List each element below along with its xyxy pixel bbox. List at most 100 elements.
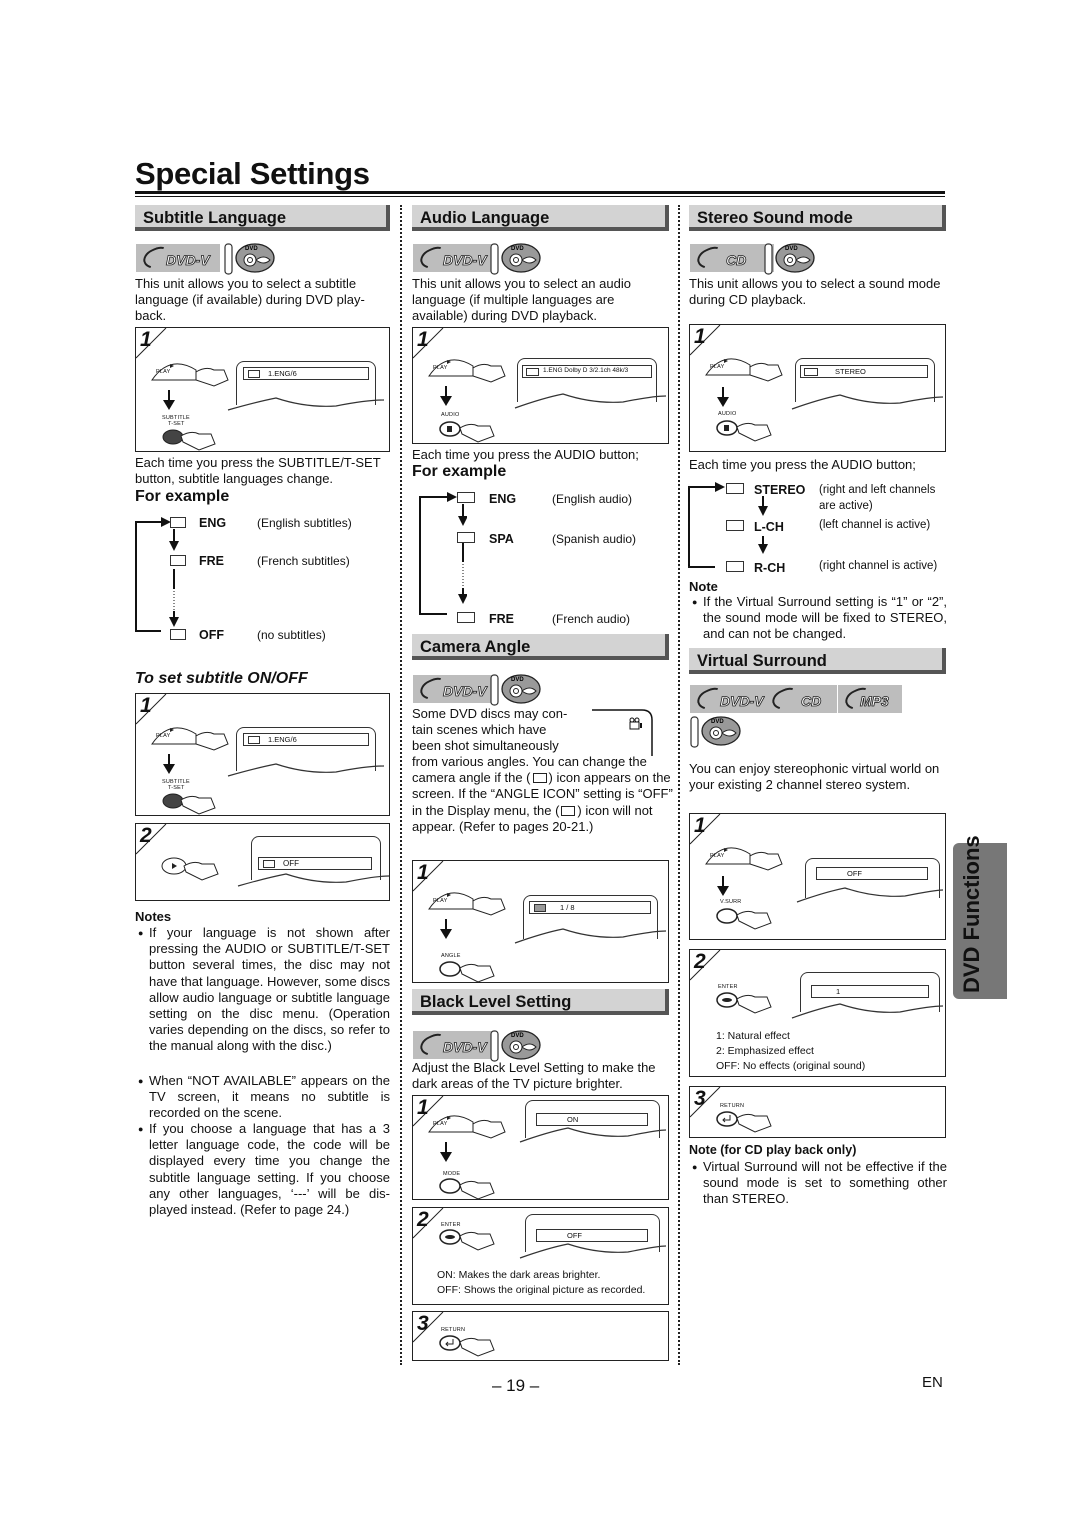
osd-display: OFF [258, 857, 372, 870]
play-button[interactable] [160, 856, 226, 886]
subtitle-step-1: 1 PLAY SUBTITLE T-SET 1.ENG/6 [135, 327, 390, 452]
language-code: EN [922, 1374, 943, 1391]
svg-text:DVD: DVD [511, 677, 524, 683]
camera-angle-intro: Some DVD discs may con- tain scenes whic… [412, 706, 568, 754]
black-level-intro: Adjust the Black Level Setting to make t… [412, 1060, 656, 1092]
osd-display: 1.ENG Dolby D 3/2.1ch 48k/3 [522, 365, 652, 378]
virtual-surround-step-1: 1 PLAY V.SURR OFF [689, 813, 946, 940]
audio-icon [726, 483, 744, 494]
remote-control-icon: DVD [490, 674, 541, 706]
svg-text:DVD: DVD [511, 1033, 524, 1039]
arrow-down-icon [440, 919, 452, 939]
v-surr-button[interactable] [715, 905, 779, 931]
note-item: If you choose a language that has a 3 le… [138, 1121, 390, 1218]
osd-display: STEREO [800, 365, 928, 378]
svg-text:DVD: DVD [711, 719, 724, 725]
subtitle-icon [170, 517, 186, 528]
enter-button[interactable] [438, 1227, 502, 1251]
svg-text:DVD: DVD [511, 246, 524, 252]
arrow-down-icon [163, 754, 175, 774]
section-heading-virtual-surround: Virtual Surround [689, 648, 946, 674]
side-tab-dvd-functions: DVD Functions [953, 835, 1007, 999]
dvd-v-badge: DVD-V [413, 243, 497, 273]
return-button[interactable] [438, 1332, 502, 1358]
arrow-down-icon [440, 1142, 452, 1162]
title-rule [135, 191, 945, 194]
subtitle-intro: This unit allows you to select a subtitl… [135, 276, 365, 324]
arrow-down-icon [717, 387, 729, 407]
stereo-intro: This unit allows you to select a sound m… [689, 276, 941, 308]
dvd-v-badge: DVD-V [690, 684, 774, 714]
audio-step-1: 1 PLAY AUDIO 1.ENG Dolby D 3/2.1ch 48k/3 [412, 327, 669, 444]
audio-icon [457, 492, 475, 503]
mp3-badge: MP3 [838, 684, 902, 714]
arrow-down-icon [163, 390, 175, 410]
column-divider [400, 205, 402, 1365]
black-level-step-1: 1 PLAY MODE ON [412, 1095, 669, 1200]
subtitle-icon [248, 370, 260, 378]
subtitle-button[interactable] [161, 426, 221, 452]
osd-display: 1 / 8 [529, 901, 651, 914]
section-heading-audio-language: Audio Language [412, 205, 669, 231]
remote-control-icon: DVD [764, 243, 815, 275]
osd-display: OFF [816, 867, 928, 880]
remote-control-icon: DVD [690, 716, 741, 748]
svg-text:DVD: DVD [785, 246, 798, 252]
virtual-surround-step-2: 2 ENTER 1 1: Natural effect 2: Emphasize… [689, 949, 946, 1077]
title-rule-thin [135, 196, 945, 197]
audio-button[interactable] [715, 418, 779, 442]
enter-button[interactable] [715, 989, 779, 1015]
for-example-heading: For example [135, 488, 230, 505]
virtual-surround-step-3: 3 RETURN [689, 1086, 946, 1138]
stereo-each-time: Each time you press the AUDIO button; [689, 457, 916, 472]
cd-badge: CD [765, 684, 837, 714]
dvd-v-badge: DVD-V [136, 243, 220, 273]
notes-heading: Notes [135, 909, 172, 924]
section-heading-black-level: Black Level Setting [412, 989, 669, 1015]
arrow-down-icon [440, 386, 452, 406]
return-button[interactable] [715, 1108, 779, 1134]
svg-text:DVD: DVD [245, 246, 258, 252]
camera-angle-body: from various angles. You can change the … [412, 754, 673, 834]
note-item: Virtual Surround will not be effective i… [692, 1159, 947, 1208]
remote-control-icon: DVD [490, 1030, 541, 1062]
subtitle-button[interactable] [161, 790, 221, 816]
camera-angle-icon [561, 805, 576, 816]
subtitle-onoff-step-1: 1 PLAY SUBTITLE T-SET 1.ENG/6 [135, 693, 390, 816]
stereo-step-1: 1 PLAY AUDIO STEREO [689, 324, 946, 452]
section-heading-camera-angle: Camera Angle [412, 634, 669, 660]
audio-icon [726, 561, 744, 572]
camera-angle-step-1: 1 PLAY ANGLE 1 / 8 [412, 860, 669, 983]
page-title: Special Settings [135, 156, 370, 191]
black-level-legend: ON: Makes the dark areas brighter. OFF: … [437, 1269, 646, 1296]
column-divider [678, 205, 680, 1365]
note-item: If the Virtual Surround setting is “1” o… [692, 594, 947, 643]
arrow-down-icon [717, 876, 729, 896]
audio-icon [457, 612, 475, 623]
remote-control-icon: DVD [490, 243, 541, 275]
cycle-arrow [135, 517, 179, 632]
audio-button[interactable] [438, 419, 502, 443]
dvd-v-badge: DVD-V [413, 674, 497, 704]
subtitle-onoff-step-2: 2 OFF [135, 823, 390, 901]
angle-button[interactable] [438, 959, 502, 983]
dvd-v-badge: DVD-V [413, 1030, 497, 1060]
osd-display: 1 [811, 985, 929, 998]
audio-intro: This unit allows you to select an audio … [412, 276, 631, 324]
screen-corner-angle-icon [592, 709, 653, 756]
remote-control-icon: DVD [224, 243, 275, 275]
subtitle-icon [170, 555, 186, 566]
section-heading-subtitle-language: Subtitle Language [135, 205, 390, 231]
subtitle-icon [170, 629, 186, 640]
note-item: If your language is not shown after pres… [138, 925, 390, 1055]
osd-display: 1.ENG/6 [243, 367, 369, 380]
virtual-surround-intro: You can enjoy stereophonic virtual world… [689, 761, 940, 793]
mode-button[interactable] [438, 1176, 502, 1200]
audio-icon [457, 532, 475, 543]
subtitle-onoff-heading: To set subtitle ON/OFF [135, 670, 308, 687]
note-heading: Note (for CD play back only) [689, 1143, 857, 1157]
virtual-surround-legend: 1: Natural effect 2: Emphasized effect O… [716, 1030, 866, 1072]
black-level-step-3: 3 RETURN [412, 1311, 669, 1361]
step-number: 1 [140, 328, 152, 351]
osd-display: 1.ENG/6 [243, 733, 369, 746]
